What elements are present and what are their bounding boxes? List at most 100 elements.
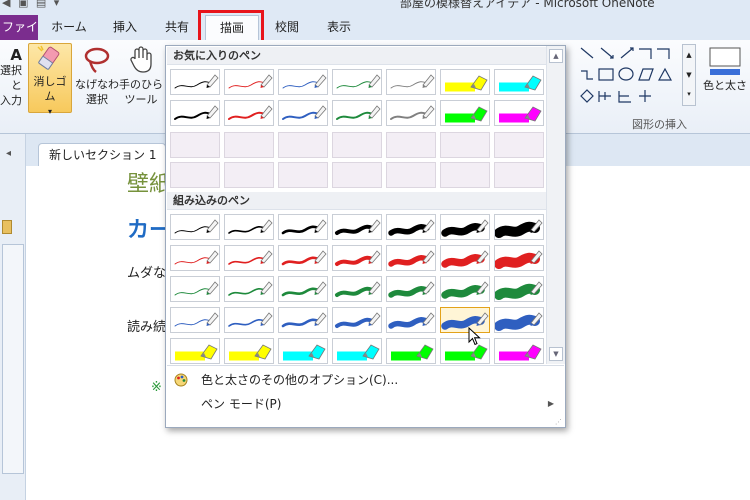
- builtin-pen-cell[interactable]: [332, 214, 382, 240]
- empty-favorite-slot[interactable]: [278, 162, 328, 188]
- pen-stroke-icon: [441, 219, 489, 237]
- favorite-pen-cell[interactable]: [278, 100, 328, 126]
- builtin-pen-cell[interactable]: [332, 307, 382, 333]
- pen-stroke-icon: [335, 312, 381, 328]
- builtin-pen-cell[interactable]: [224, 245, 274, 271]
- builtin-pen-cell[interactable]: [224, 214, 274, 240]
- empty-favorite-slot[interactable]: [386, 132, 436, 158]
- shapes-icon-grid: [580, 47, 673, 103]
- eraser-button[interactable]: 消しゴム ▾: [28, 43, 72, 116]
- highlighter-cell[interactable]: [440, 338, 490, 364]
- builtin-pen-cell[interactable]: [224, 307, 274, 333]
- builtin-pen-cell[interactable]: [278, 245, 328, 271]
- builtin-pen-cell[interactable]: [386, 245, 436, 271]
- builtin-pen-cell[interactable]: [278, 276, 328, 302]
- highlighter-cell[interactable]: [332, 338, 382, 364]
- favorite-pen-cell[interactable]: [332, 100, 382, 126]
- highlighter-cell[interactable]: [278, 338, 328, 364]
- color-thickness-icon: [709, 47, 741, 75]
- builtin-pen-cell[interactable]: [224, 276, 274, 302]
- lasso-select-button[interactable]: なげなわ 選択: [74, 45, 120, 107]
- tab-home[interactable]: ホーム: [44, 15, 94, 40]
- empty-favorite-slot[interactable]: [278, 132, 328, 158]
- builtin-pen-cell[interactable]: [494, 214, 544, 240]
- empty-favorite-slot[interactable]: [494, 132, 544, 158]
- builtin-pen-cell[interactable]: [170, 245, 220, 271]
- builtin-pen-cell[interactable]: [386, 214, 436, 240]
- builtin-pen-cell[interactable]: [494, 276, 544, 302]
- empty-favorite-slot[interactable]: [224, 132, 274, 158]
- notebook-sidebar-tab[interactable]: [2, 244, 24, 474]
- builtin-pen-cell[interactable]: [170, 214, 220, 240]
- highlighter-cell[interactable]: [494, 338, 544, 364]
- tab-share[interactable]: 共有: [152, 15, 202, 40]
- empty-favorite-slot[interactable]: [494, 162, 544, 188]
- builtin-pen-cell[interactable]: [440, 276, 490, 302]
- builtin-pen-cell[interactable]: [278, 307, 328, 333]
- favorite-pen-cell[interactable]: [224, 100, 274, 126]
- pen-stroke-icon: [388, 219, 435, 236]
- tab-view[interactable]: 表示: [314, 15, 364, 40]
- empty-favorite-slot[interactable]: [224, 162, 274, 188]
- pen-stroke-icon: [228, 219, 273, 234]
- builtin-pen-cell[interactable]: [332, 245, 382, 271]
- quick-access-toolbar[interactable]: ◀ ▣ ▤ ▾: [2, 0, 61, 9]
- favorite-pen-cell[interactable]: [440, 100, 490, 126]
- empty-favorite-slot[interactable]: [332, 162, 382, 188]
- notebook-nav-strip[interactable]: ◂: [0, 134, 26, 500]
- empty-favorite-slot[interactable]: [170, 132, 220, 158]
- favorite-pen-cell[interactable]: [494, 100, 544, 126]
- resize-grip-icon[interactable]: ⋰: [555, 418, 562, 426]
- shapes-gallery-scroll[interactable]: ▲ ▼ ▾: [682, 44, 696, 106]
- favorite-pen-cell[interactable]: [386, 69, 436, 95]
- favorite-pen-cell[interactable]: [278, 69, 328, 95]
- favorite-pen-cell[interactable]: [332, 69, 382, 95]
- highlighter-icon: [283, 344, 326, 361]
- section-tab-new-section-1[interactable]: 新しいセクション 1: [38, 143, 166, 167]
- selected-pen-cell[interactable]: [440, 307, 490, 333]
- builtin-pen-cell[interactable]: [494, 307, 544, 333]
- hand-icon: [130, 46, 152, 73]
- empty-favorite-slot[interactable]: [386, 162, 436, 188]
- gallery-scrollbar[interactable]: ▲ ▼: [546, 46, 565, 364]
- tab-file[interactable]: ファイル: [0, 15, 38, 40]
- favorite-pen-cell[interactable]: [170, 100, 220, 126]
- scroll-up-icon[interactable]: ▲: [549, 49, 563, 63]
- tab-insert[interactable]: 挿入: [100, 15, 150, 40]
- pen-stroke-icon: [495, 219, 543, 238]
- highlighter-icon: [391, 344, 434, 361]
- favorite-pen-cell[interactable]: [386, 100, 436, 126]
- favorite-pen-cell[interactable]: [170, 69, 220, 95]
- builtin-pen-cell[interactable]: [170, 307, 220, 333]
- favorite-pen-cell[interactable]: [440, 69, 490, 95]
- highlighter-cell[interactable]: [224, 338, 274, 364]
- empty-favorite-slot[interactable]: [332, 132, 382, 158]
- shapes-gallery[interactable]: [577, 44, 681, 110]
- color-thickness-button[interactable]: 色と太さ: [702, 46, 748, 93]
- tab-draw[interactable]: 描画: [205, 15, 259, 40]
- more-color-thickness-options[interactable]: 色と太さのその他のオプション(C)...: [167, 368, 564, 392]
- builtin-pen-cell[interactable]: [386, 307, 436, 333]
- highlighter-icon: [445, 344, 488, 361]
- tab-review[interactable]: 校閲: [262, 15, 312, 40]
- builtin-pen-cell[interactable]: [440, 214, 490, 240]
- builtin-pen-cell[interactable]: [170, 276, 220, 302]
- page-text-line-1: ムダな: [127, 266, 167, 281]
- builtin-pen-cell[interactable]: [440, 245, 490, 271]
- scroll-down-icon[interactable]: ▼: [549, 347, 563, 361]
- favorite-pen-cell[interactable]: [224, 69, 274, 95]
- builtin-pen-cell[interactable]: [278, 214, 328, 240]
- pen-mode-menu[interactable]: ペン モード(P) ▶: [167, 392, 564, 416]
- builtin-pen-cell[interactable]: [386, 276, 436, 302]
- highlighter-cell[interactable]: [170, 338, 220, 364]
- favorite-pen-cell[interactable]: [494, 69, 544, 95]
- builtin-pen-cell[interactable]: [332, 276, 382, 302]
- builtin-pen-cell[interactable]: [494, 245, 544, 271]
- empty-favorite-slot[interactable]: [440, 132, 490, 158]
- select-text-button[interactable]: A 選択と 入力: [0, 48, 22, 108]
- empty-favorite-slot[interactable]: [170, 162, 220, 188]
- page-text-line-2: 読み続: [127, 320, 167, 335]
- hand-tool-button[interactable]: 手のひら ツール: [118, 45, 164, 107]
- highlighter-cell[interactable]: [386, 338, 436, 364]
- empty-favorite-slot[interactable]: [440, 162, 490, 188]
